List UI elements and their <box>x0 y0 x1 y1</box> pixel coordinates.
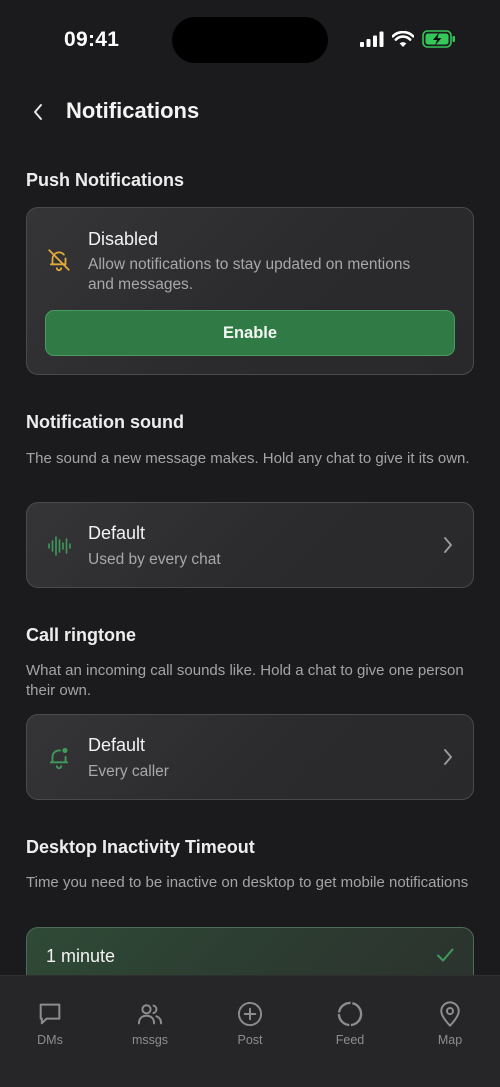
battery-charging-icon <box>422 30 455 48</box>
status-time: 09:41 <box>64 28 120 51</box>
checkmark-icon <box>437 948 454 962</box>
chevron-right-icon <box>441 535 455 555</box>
call-ringtone-row[interactable]: Default Every caller <box>26 714 474 800</box>
status-bar: 09:41 <box>0 0 500 80</box>
notification-sound-row[interactable]: Default Used by every chat <box>26 502 474 588</box>
wifi-icon <box>392 30 414 47</box>
sound-value: Default <box>88 523 146 543</box>
push-status-card: Disabled Allow notifications to stay upd… <box>26 207 474 375</box>
ringtone-value: Default <box>88 735 146 755</box>
tab-label: mssgs <box>131 1033 169 1047</box>
ringtone-sub: Every caller <box>88 763 169 780</box>
tab-label: DMs <box>37 1033 63 1047</box>
tab-map[interactable]: Map <box>400 1000 500 1047</box>
sound-section-title: Notification sound <box>26 412 184 432</box>
tab-feed[interactable]: Feed <box>300 1000 400 1047</box>
push-section-title: Push Notifications <box>26 170 185 190</box>
ringtone-section-title: Call ringtone <box>26 625 137 645</box>
enable-button[interactable]: Enable <box>45 310 455 356</box>
sound-wave-icon <box>45 532 73 560</box>
nav-header: Notifications <box>0 92 500 132</box>
tab-bar: DMs mssgs Post Feed Map <box>0 975 500 1087</box>
chat-bubble-icon <box>39 1003 61 1025</box>
push-status-title: Disabled <box>88 229 159 249</box>
map-pin-icon <box>440 1001 460 1027</box>
push-status-desc: Allow notifications to stay updated on m… <box>88 256 411 293</box>
tab-label: Post <box>237 1033 263 1047</box>
bell-ringing-icon <box>45 744 73 772</box>
dynamic-island <box>172 17 328 63</box>
cellular-signal-icon <box>360 31 384 47</box>
plus-circle-icon <box>237 1001 263 1027</box>
status-icons <box>360 30 456 48</box>
users-icon <box>137 1004 163 1025</box>
timeout-section-desc: Time you need to be inactive on desktop … <box>26 874 469 891</box>
back-button[interactable] <box>24 96 52 128</box>
tab-mssgs[interactable]: mssgs <box>100 1000 200 1047</box>
bell-off-icon <box>45 246 73 274</box>
sound-section-desc: The sound a new message makes. Hold any … <box>26 450 470 467</box>
tab-dms[interactable]: DMs <box>0 1000 100 1047</box>
tab-label: Map <box>437 1033 463 1047</box>
circle-icon <box>337 1001 363 1027</box>
page-title: Notifications <box>66 98 200 123</box>
ringtone-section-desc: What an incoming call sounds like. Hold … <box>26 662 464 699</box>
tab-post[interactable]: Post <box>200 1000 300 1047</box>
chevron-left-icon <box>34 104 42 120</box>
tab-label: Feed <box>335 1033 365 1047</box>
notifications-screen: 09:41 Notifications Push Notifications D… <box>0 0 500 1087</box>
timeout-section-title: Desktop Inactivity Timeout <box>26 837 255 857</box>
timeout-option-label: 1 minute <box>46 946 116 966</box>
chevron-right-icon <box>441 747 455 767</box>
sound-sub: Used by every chat <box>88 551 221 568</box>
